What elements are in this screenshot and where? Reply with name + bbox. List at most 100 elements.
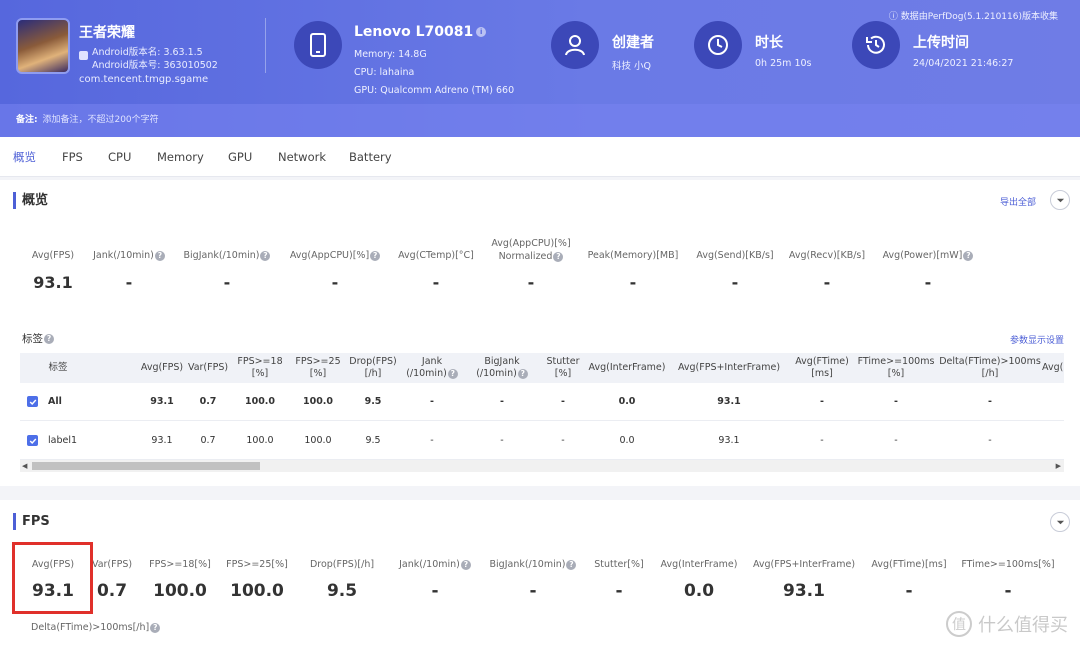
table-cell: - xyxy=(988,435,992,446)
table-header-cell: Drop(FPS) [/h] xyxy=(349,356,397,379)
overview-metric-value: - xyxy=(432,273,440,292)
scroll-right-arrow-icon[interactable]: ▶ xyxy=(1056,462,1061,470)
app-icon xyxy=(16,18,70,74)
table-cell: 100.0 xyxy=(246,435,274,446)
help-icon[interactable]: ? xyxy=(566,559,577,570)
help-icon[interactable]: ? xyxy=(447,368,458,379)
overview-collapse-button[interactable] xyxy=(1050,190,1070,210)
overview-metric-label: Avg(AppCPU)[%]? xyxy=(283,250,387,261)
table-horizontal-scrollbar[interactable]: ◀ ▶ xyxy=(20,460,1064,472)
fps-metric-value: - xyxy=(529,581,537,601)
tab-fps[interactable]: FPS xyxy=(62,137,83,177)
table-cell: 100.0 xyxy=(302,396,334,407)
fps-metric-label: Avg(InterFrame) xyxy=(660,559,738,570)
table-cell: - xyxy=(500,435,504,446)
fps-metric-value: - xyxy=(1004,581,1012,601)
table-row[interactable]: All 93.1 0.7 100.0 100.0 9.5 - - - 0.0 9… xyxy=(20,383,1064,421)
table-cell: - xyxy=(561,435,565,446)
help-icon[interactable]: ? xyxy=(963,250,974,261)
param-settings-link[interactable]: 参数显示设置 xyxy=(1010,333,1064,346)
overview-metric-label: Avg(FPS) xyxy=(31,250,75,261)
watermark: 值 什么值得买 xyxy=(946,611,1068,637)
chevron-down-icon xyxy=(1056,520,1064,524)
help-icon[interactable]: ? xyxy=(370,250,381,261)
fps-metric-label: FPS>=25[%] xyxy=(226,559,288,570)
row-label: All xyxy=(48,396,62,407)
watermark-logo-icon: 值 xyxy=(946,611,972,637)
help-icon[interactable]: ? xyxy=(154,250,165,261)
device-memory: Memory: 14.8G xyxy=(354,49,427,60)
history-icon xyxy=(852,21,900,69)
duration-value: 0h 25m 10s xyxy=(755,58,812,69)
table-cell: 0.7 xyxy=(199,396,217,407)
table-header-cell: Stutter [%] xyxy=(546,356,580,379)
fps-metric-value: 100.0 xyxy=(153,581,207,601)
table-cell: 100.0 xyxy=(244,396,276,407)
fps-metric-label: FPS>=18[%] xyxy=(149,559,211,570)
help-icon[interactable]: ? xyxy=(44,334,54,344)
help-icon[interactable]: ? xyxy=(517,368,528,379)
table-header-cell: Jank (/10min)? xyxy=(402,353,462,383)
table-row[interactable]: label1 93.1 0.7 100.0 100.0 9.5 - - - 0.… xyxy=(20,422,1064,460)
table-header-cell: Avg(FPS) xyxy=(140,362,184,373)
table-header-cell: 标签 xyxy=(48,362,68,373)
tab-network[interactable]: Network xyxy=(278,137,326,177)
info-icon[interactable]: i xyxy=(476,27,487,37)
phone-icon xyxy=(294,21,342,69)
tab-battery[interactable]: Battery xyxy=(349,137,392,177)
overview-metric-label: Peak(Memory)[MB] xyxy=(587,250,679,261)
tab-memory[interactable]: Memory xyxy=(157,137,204,177)
fps-collapse-button[interactable] xyxy=(1050,512,1070,532)
highlight-box xyxy=(12,542,93,614)
check-icon xyxy=(29,399,36,405)
overview-title: 概览 xyxy=(13,192,48,209)
row-checkbox[interactable] xyxy=(27,396,38,407)
table-header-cell: Avg( xyxy=(1042,362,1064,373)
help-icon[interactable]: ? xyxy=(460,559,471,570)
export-all-link[interactable]: 导出全部 xyxy=(1000,195,1036,208)
fps-metric-label: Drop(FPS)[/h] xyxy=(309,559,375,570)
table-cell: 9.5 xyxy=(365,435,381,446)
table-cell: - xyxy=(430,435,434,446)
source-note: ⓘ 数据由PerfDog(5.1.210116)版本收集 xyxy=(889,9,1058,22)
watermark-text: 什么值得买 xyxy=(978,615,1068,636)
fps-metric-value: 0.7 xyxy=(96,581,128,601)
report-header: 王者荣耀 Android版本名: 3.63.1.5 Android版本号: 36… xyxy=(0,0,1080,137)
app-version-code: Android版本号: 363010502 xyxy=(92,60,218,71)
note-label: 备注: xyxy=(16,115,38,125)
table-cell: 93.1 xyxy=(150,396,174,407)
overview-metric-value: - xyxy=(527,273,535,292)
scrollbar-thumb[interactable] xyxy=(32,462,260,470)
tags-heading: 标签? xyxy=(22,331,54,346)
app-package: com.tencent.tmgp.sgame xyxy=(79,74,209,85)
table-cell: 0.0 xyxy=(619,435,635,446)
table-cell: 0.0 xyxy=(618,396,636,407)
tab-gpu[interactable]: GPU xyxy=(228,137,252,177)
overview-metric-value: 93.1 xyxy=(33,273,73,292)
table-header-cell: FPS>=18 [%] xyxy=(237,356,283,379)
overview-metric-label: Avg(CTemp)[°C] xyxy=(398,250,474,261)
table-cell: - xyxy=(820,435,824,446)
scroll-left-arrow-icon[interactable]: ◀ xyxy=(22,462,27,470)
help-icon[interactable]: ? xyxy=(553,251,564,262)
fps-extra-metric-label: Delta(FTime)>100ms[/h]? xyxy=(31,622,161,633)
overview-metric-value: - xyxy=(629,273,637,292)
overview-metric-label: BigJank(/10min)? xyxy=(175,250,279,261)
table-cell: - xyxy=(894,435,898,446)
chevron-down-icon xyxy=(1056,198,1064,202)
table-cell: 0.7 xyxy=(200,435,216,446)
overview-metric-value: - xyxy=(823,273,831,292)
upload-title: 上传时间 xyxy=(913,35,969,51)
note-input[interactable]: 添加备注，不超过200个字符 xyxy=(42,115,158,125)
tab-cpu[interactable]: CPU xyxy=(108,137,131,177)
tab-overview[interactable]: 概览 xyxy=(13,137,36,177)
table-header-cell: Avg(FPS+InterFrame) xyxy=(677,362,781,373)
help-icon[interactable]: ? xyxy=(260,250,271,261)
overview-metric-label: Avg(Power)[mW]? xyxy=(878,250,978,261)
table-cell: 93.1 xyxy=(151,435,173,446)
help-icon[interactable]: ? xyxy=(150,622,161,633)
tags-table: 标签 Avg(FPS) Var(FPS) FPS>=18 [%] FPS>=25[… xyxy=(20,353,1064,473)
fps-metric-label: Var(FPS) xyxy=(91,559,133,570)
note-bar[interactable]: 备注: 添加备注，不超过200个字符 xyxy=(0,104,1080,137)
row-checkbox[interactable] xyxy=(27,435,38,446)
